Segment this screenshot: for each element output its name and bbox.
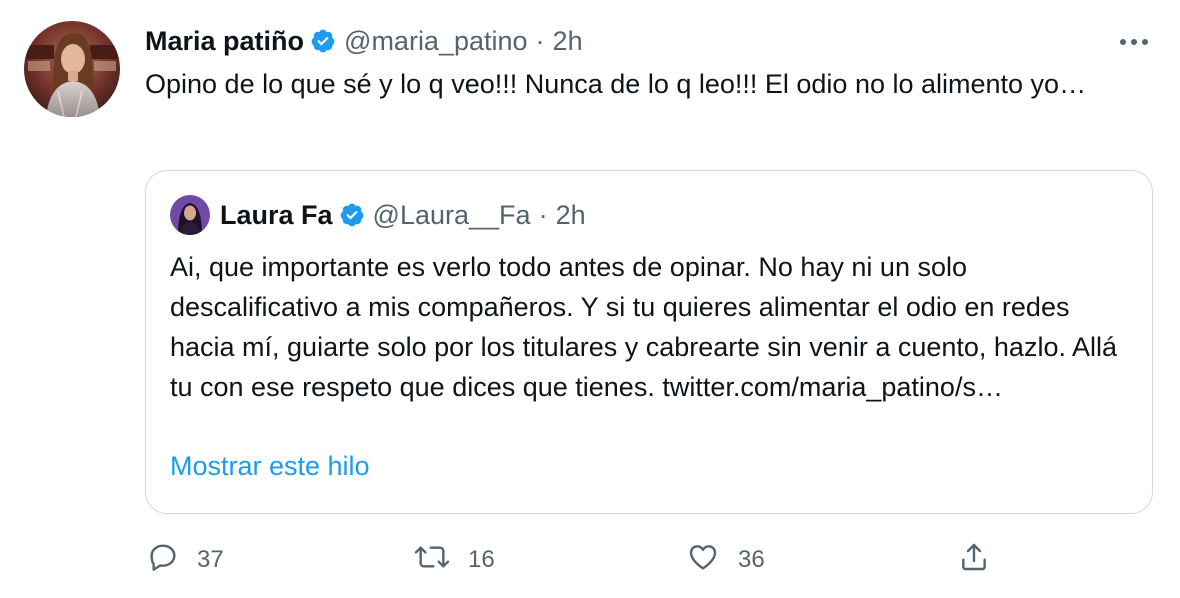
tweet-card[interactable]: Maria patiño @maria_patino · 2h Opino de… — [0, 0, 1180, 598]
reply-button[interactable]: 37 — [147, 540, 224, 580]
quoted-author-avatar — [170, 195, 210, 235]
like-count: 36 — [738, 546, 765, 573]
quoted-tweet-timestamp: 2h — [555, 199, 586, 230]
quoted-tweet[interactable]: Laura Fa @Laura__Fa · 2h Ai, que importa… — [145, 170, 1153, 514]
retweet-button[interactable]: 16 — [414, 540, 495, 580]
quoted-author-handle: @Laura__Fa — [372, 199, 531, 230]
heart-icon — [686, 541, 720, 580]
verified-badge-icon — [310, 28, 336, 54]
author-avatar[interactable] — [24, 21, 120, 117]
retweet-count: 16 — [468, 546, 495, 573]
tweet-header: Maria patiño @maria_patino · 2h — [145, 22, 583, 60]
share-button[interactable] — [958, 540, 990, 580]
verified-badge-icon — [339, 202, 365, 228]
quoted-author-name: Laura Fa — [220, 199, 333, 230]
retweet-icon — [414, 541, 450, 580]
quoted-tweet-header: Laura Fa @Laura__Fa · 2h — [170, 195, 586, 235]
tweet-actions: 37 16 36 — [0, 540, 1180, 580]
more-options-icon[interactable] — [1114, 30, 1154, 54]
quoted-tweet-text: Ai, que importante es verlo todo antes d… — [170, 252, 1117, 402]
tweet-timestamp[interactable]: 2h — [553, 26, 583, 57]
reply-count: 37 — [197, 546, 224, 573]
separator-dot: · — [535, 25, 545, 56]
show-thread-link[interactable]: Mostrar este hilo — [170, 451, 370, 482]
separator-dot: · — [538, 199, 548, 230]
reply-icon — [147, 541, 179, 580]
tweet-text: Opino de lo que sé y lo q veo!!! Nunca d… — [145, 69, 1087, 99]
author-name[interactable]: Maria patiño — [145, 26, 304, 57]
author-handle[interactable]: @maria_patino — [344, 26, 528, 57]
share-icon — [958, 540, 990, 581]
like-button[interactable]: 36 — [686, 540, 765, 580]
